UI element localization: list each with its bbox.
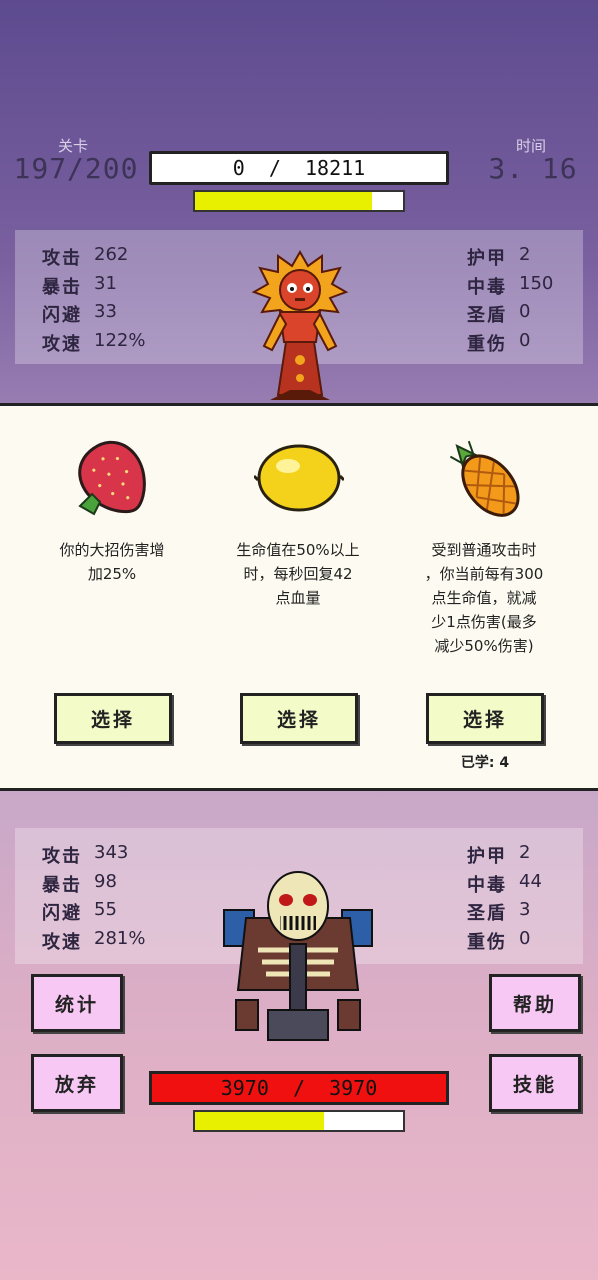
stat-row: 中毒 44 [467,871,542,897]
stat-label: 圣盾 [467,903,507,924]
stats-button-label: 统计 [54,993,99,1016]
stat-row: 圣盾 3 [467,899,530,925]
stat-row: 闪避 55 [42,899,117,925]
stat-row: 攻击 262 [42,244,128,270]
enemy-hp-text: 0 / 18211 [232,156,366,180]
enemy-hp-bar: 0 / 18211 [149,151,449,185]
stat-label: 攻击 [42,248,82,269]
stat-label: 重伤 [467,931,507,953]
stat-value: 3 [519,899,531,920]
choose-button-label: 选择 [90,709,135,731]
stat-row: 攻速 281% [42,928,145,954]
stat-value: 31 [94,272,117,294]
skills-button[interactable]: 技能 [489,1054,581,1112]
choice-description: 受到普通攻击时 ，你当前每有300 点生命值，就减 少1点伤害(最多 减少50%… [424,541,544,655]
stat-value: 98 [94,870,117,892]
stat-value: 33 [94,301,117,322]
stat-label: 攻速 [42,931,82,953]
enemy-charge-fill [195,192,372,210]
stat-label: 暴击 [42,276,82,298]
stat-value: 281% [94,927,146,949]
stat-value: 2 [519,244,531,265]
enemy-sun-creature-sprite [251,250,349,400]
choose-button-label: 选择 [462,709,507,731]
stat-row: 中毒 150 [467,273,553,299]
stat-row: 重伤 0 [467,928,530,954]
enemy-charge-bar [193,190,405,212]
stat-row: 暴击 98 [42,871,117,897]
choose-button[interactable]: 选择 [240,693,358,744]
stat-label: 中毒 [467,874,507,896]
stat-label: 护甲 [467,846,507,867]
stat-row: 圣盾 0 [467,301,530,327]
choice-description: 生命值在50%以上 时，每秒回复42 点血量 [236,541,360,607]
stat-row: 闪避 33 [42,301,117,327]
help-button-label: 帮助 [512,993,557,1016]
stat-value: 2 [519,842,531,863]
help-button[interactable]: 帮助 [489,974,581,1032]
stat-value: 343 [94,842,129,863]
choose-button[interactable]: 选择 [54,693,172,744]
level-value: 197/200 [13,152,139,185]
stat-value: 122% [94,329,146,351]
skills-button-label: 技能 [512,1073,557,1096]
stat-value: 150 [519,272,554,294]
stat-label: 暴击 [42,874,82,896]
time-value: 3. 16 [488,152,578,185]
player-skeleton-sprite [223,871,373,1041]
player-charge-fill [195,1112,324,1130]
stats-button[interactable]: 统计 [31,974,123,1032]
stat-value: 55 [94,899,117,920]
stat-value: 44 [519,870,542,892]
stat-label: 圣盾 [467,305,507,326]
stat-label: 闪避 [42,305,82,326]
stat-label: 护甲 [467,248,507,269]
stat-row: 护甲 2 [467,842,530,868]
stat-label: 重伤 [467,333,507,355]
stat-row: 重伤 0 [467,330,530,356]
stat-value: 262 [94,244,129,265]
stat-row: 攻速 122% [42,330,145,356]
stat-row: 攻击 343 [42,842,128,868]
stat-row: 护甲 2 [467,244,530,270]
choice-description: 你的大招伤害增 加25% [59,541,165,583]
give-up-button[interactable]: 放弃 [31,1054,123,1112]
learned-count: 已学: 4 [460,755,510,771]
strawberry-icon [78,440,146,516]
stat-label: 攻速 [42,333,82,355]
stat-label: 闪避 [42,903,82,924]
player-hp-text: 3970 / 3970 [220,1076,378,1100]
player-charge-bar [193,1110,405,1132]
stat-label: 中毒 [467,276,507,298]
lemon-icon [254,444,344,512]
choose-button[interactable]: 选择 [426,693,544,744]
player-hp-bar: 3970 / 3970 [149,1071,449,1105]
pineapple-icon [449,440,520,517]
stat-label: 攻击 [42,846,82,867]
choose-button-label: 选择 [276,709,321,731]
give-up-button-label: 放弃 [54,1073,99,1096]
stat-value: 0 [519,329,531,351]
stat-row: 暴击 31 [42,273,117,299]
stat-value: 0 [519,927,531,949]
stat-value: 0 [519,301,531,322]
